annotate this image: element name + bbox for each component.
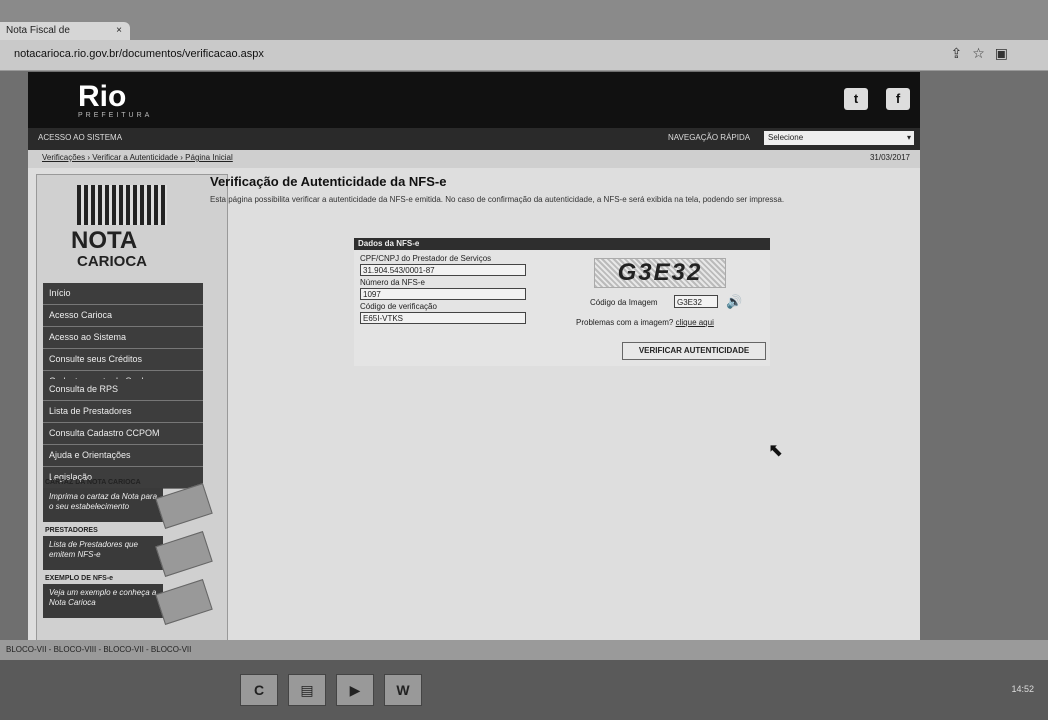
printer-icon: [155, 483, 213, 529]
share-icon[interactable]: ⇪: [950, 45, 972, 61]
logo-bars-icon: [77, 185, 167, 225]
access-system-link[interactable]: ACESSO AO SISTEMA: [38, 133, 122, 142]
captcha-problem-text: Problemas com a imagem?: [576, 318, 674, 327]
content-area: NOTA CARIOCA Início Acesso Carioca Acess…: [28, 168, 920, 642]
system-clock: 14:52: [1011, 684, 1034, 694]
sidebar-item-prestadores[interactable]: Lista de Prestadores: [43, 401, 203, 423]
form-header: Dados da NFS-e: [354, 238, 770, 250]
verification-code-label: Código de verificação: [360, 302, 437, 311]
sidebar-menu-primary: Início Acesso Carioca Acesso ao Sistema …: [43, 283, 203, 393]
promo-heading: CARTAZ DA NOTA CARIOCA: [45, 479, 141, 486]
sidebar-menu-secondary: Consulta de RPS Lista de Prestadores Con…: [43, 379, 203, 489]
address-bar[interactable]: notacarioca.rio.gov.br/documentos/verifi…: [0, 40, 1048, 71]
tab-title: Nota Fiscal de: [6, 25, 70, 36]
browser-tab[interactable]: Nota Fiscal de ×: [0, 22, 130, 40]
captcha-label: Código da Imagem: [590, 298, 658, 307]
menu-icon[interactable]: ▣: [995, 45, 1018, 61]
page-title: Verificação de Autenticidade da NFS-e: [210, 174, 447, 189]
verification-code-input[interactable]: E65I-VTKS: [360, 312, 526, 324]
logo-nota-text: NOTA: [71, 227, 138, 254]
captcha-input[interactable]: G3E32: [674, 295, 718, 308]
explorer-icon[interactable]: ▤: [288, 674, 326, 706]
captcha-problem: Problemas com a imagem? clique aqui: [576, 318, 714, 327]
browser-toolbar-icons: ⇪☆▣: [950, 45, 1018, 62]
verify-button[interactable]: VERIFICAR AUTENTICIDADE: [622, 342, 766, 360]
facebook-icon[interactable]: f: [886, 88, 910, 110]
star-icon[interactable]: ☆: [972, 45, 995, 61]
promo-heading: PRESTADORES: [45, 527, 98, 534]
chevron-down-icon: ▾: [906, 133, 911, 142]
taskbar-icons: C ▤ ▶ W: [240, 674, 422, 706]
speaker-icon[interactable]: 🔊: [726, 294, 742, 310]
breadcrumb-bar: Verificações › Verificar a Autenticidade…: [28, 150, 920, 168]
word-icon[interactable]: W: [384, 674, 422, 706]
status-bar: BLOCO-VII - BLOCO-VIII - BLOCO-VII - BLO…: [0, 640, 1048, 660]
current-date: 31/03/2017: [869, 153, 910, 162]
promo-body: Veja um exemplo e conheça a Nota Carioca: [43, 584, 163, 618]
document-icon: [155, 531, 213, 577]
social-links: t f: [844, 88, 910, 110]
chrome-icon[interactable]: C: [240, 674, 278, 706]
rio-logo[interactable]: Rio: [78, 80, 126, 114]
promo-body: Lista de Prestadores que emitem NFS-e: [43, 536, 163, 570]
breadcrumb[interactable]: Verificações › Verificar a Autenticidade…: [42, 153, 233, 162]
invoice-icon: [155, 579, 213, 625]
logo-carioca-text: CARIOCA: [77, 253, 147, 270]
page-description: Esta página possibilita verificar a aute…: [210, 195, 785, 204]
promo-exemplo[interactable]: EXEMPLO DE NFS-e Veja um exemplo e conhe…: [43, 573, 213, 625]
browser-tabbar: Nota Fiscal de ×: [0, 0, 1048, 40]
promo-heading: EXEMPLO DE NFS-e: [45, 575, 114, 582]
url-text[interactable]: notacarioca.rio.gov.br/documentos/verifi…: [14, 48, 264, 60]
mouse-cursor-icon: ⬉: [768, 440, 784, 460]
top-navigation: ACESSO AO SISTEMA NAVEGAÇÃO RÁPIDA Selec…: [28, 128, 920, 150]
sidebar-item-ccpom[interactable]: Consulta Cadastro CCPOM: [43, 423, 203, 445]
sidebar-item-rps[interactable]: Consulta de RPS: [43, 379, 203, 401]
nfse-number-label: Número da NFS-e: [360, 278, 425, 287]
taskbar: C ▤ ▶ W 14:52: [0, 660, 1048, 720]
twitter-icon[interactable]: t: [844, 88, 868, 110]
verification-form: Dados da NFS-e CPF/CNPJ do Prestador de …: [354, 238, 770, 366]
nota-carioca-logo[interactable]: NOTA CARIOCA: [57, 185, 187, 277]
sidebar-item-creditos[interactable]: Consulte seus Créditos: [43, 349, 203, 371]
cnpj-input[interactable]: 31.904.543/0001-87: [360, 264, 526, 276]
quick-nav-select[interactable]: Selecione ▾: [764, 131, 914, 145]
prefeitura-text: PREFEITURA: [78, 112, 153, 119]
quick-nav-selected: Selecione: [768, 133, 804, 142]
captcha-image: G3E32: [594, 258, 726, 288]
sidebar-item-ajuda[interactable]: Ajuda e Orientações: [43, 445, 203, 467]
quick-nav-label: NAVEGAÇÃO RÁPIDA: [668, 133, 751, 142]
captcha-refresh-link[interactable]: clique aqui: [676, 318, 714, 327]
promo-body: Imprima o cartaz da Nota para o seu esta…: [43, 488, 163, 522]
promo-cartaz[interactable]: CARTAZ DA NOTA CARIOCA Imprima o cartaz …: [43, 477, 213, 529]
sidebar: NOTA CARIOCA Início Acesso Carioca Acess…: [36, 174, 228, 642]
promo-prestadores[interactable]: PRESTADORES Lista de Prestadores que emi…: [43, 525, 213, 577]
sidebar-item-inicio[interactable]: Início: [43, 283, 203, 305]
sidebar-item-acesso-sistema[interactable]: Acesso ao Sistema: [43, 327, 203, 349]
site-header: Rio PREFEITURA t f: [28, 72, 920, 128]
tab-close-icon[interactable]: ×: [116, 22, 122, 40]
cnpj-label: CPF/CNPJ do Prestador de Serviços: [360, 254, 492, 263]
media-icon[interactable]: ▶: [336, 674, 374, 706]
nfse-number-input[interactable]: 1097: [360, 288, 526, 300]
sidebar-item-acesso-carioca[interactable]: Acesso Carioca: [43, 305, 203, 327]
